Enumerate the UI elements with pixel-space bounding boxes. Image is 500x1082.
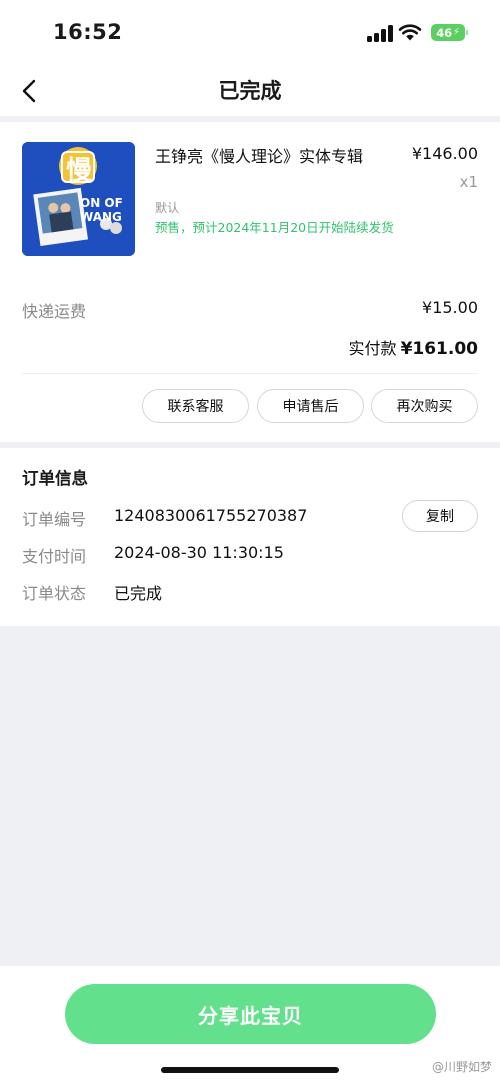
charging-bolt-icon: ⚡ — [452, 27, 460, 38]
bottom-bar: 分享此宝贝 — [0, 966, 500, 1082]
copy-button[interactable]: 复制 — [402, 500, 478, 532]
status-time: 16:52 — [53, 20, 123, 44]
order-status-label: 订单状态 — [22, 584, 87, 603]
cover-text-2: WANG — [80, 210, 122, 224]
order-number-label: 订单编号 — [22, 510, 87, 529]
battery-level: 46 — [436, 25, 452, 40]
cellular-signal-icon — [367, 24, 393, 42]
payment-time-value: 2024-08-30 11:30:15 — [114, 543, 284, 562]
order-info-title: 订单信息 — [22, 469, 88, 488]
paid-amount: ¥161.00 — [400, 339, 478, 359]
order-detail-page: 16:52 46 ⚡ 已完成 慢 ON OF WANG 王铮亮《慢人理论》实体专… — [0, 0, 500, 1082]
product-name[interactable]: 王铮亮《慢人理论》实体专辑 — [155, 144, 385, 169]
home-indicator[interactable] — [161, 1067, 339, 1073]
paid-row: 实付款 ¥161.00 — [349, 335, 478, 359]
shipping-label: 快递运费 — [22, 302, 87, 321]
request-after-sales-button[interactable]: 申请售后 — [257, 389, 364, 423]
cover-char: 慢 — [66, 156, 93, 186]
product-variant: 默认 — [155, 201, 180, 215]
contact-service-button[interactable]: 联系客服 — [142, 389, 249, 423]
shipping-fee: ¥15.00 — [422, 298, 478, 317]
order-card: 慢 ON OF WANG 王铮亮《慢人理论》实体专辑 ¥146.00 x1 默认… — [0, 122, 500, 442]
watermark: @川野如梦 — [431, 1060, 492, 1074]
paid-label: 实付款 — [348, 339, 397, 358]
payment-time-label: 支付时间 — [22, 547, 87, 566]
cover-text-1: ON OF — [80, 196, 123, 210]
buy-again-button[interactable]: 再次购买 — [371, 389, 478, 423]
order-status-value: 已完成 — [114, 584, 163, 603]
divider — [22, 373, 478, 374]
battery-icon: 46 ⚡ — [431, 24, 468, 41]
status-bar: 16:52 46 ⚡ — [0, 0, 500, 64]
share-button[interactable]: 分享此宝贝 — [65, 984, 436, 1044]
page-title: 已完成 — [218, 79, 282, 103]
presale-note: 预售，预计2024年11月20日开始陆续发货 — [155, 220, 394, 235]
order-info-card: 订单信息 订单编号 1240830061755270387 复制 支付时间 20… — [0, 448, 500, 626]
wifi-icon — [398, 24, 422, 41]
product-quantity: x1 — [459, 173, 478, 191]
product-price: ¥146.00 — [411, 144, 478, 163]
product-image[interactable]: 慢 ON OF WANG — [22, 142, 135, 256]
order-number-value: 1240830061755270387 — [114, 506, 308, 525]
nav-bar: 已完成 — [0, 64, 500, 116]
